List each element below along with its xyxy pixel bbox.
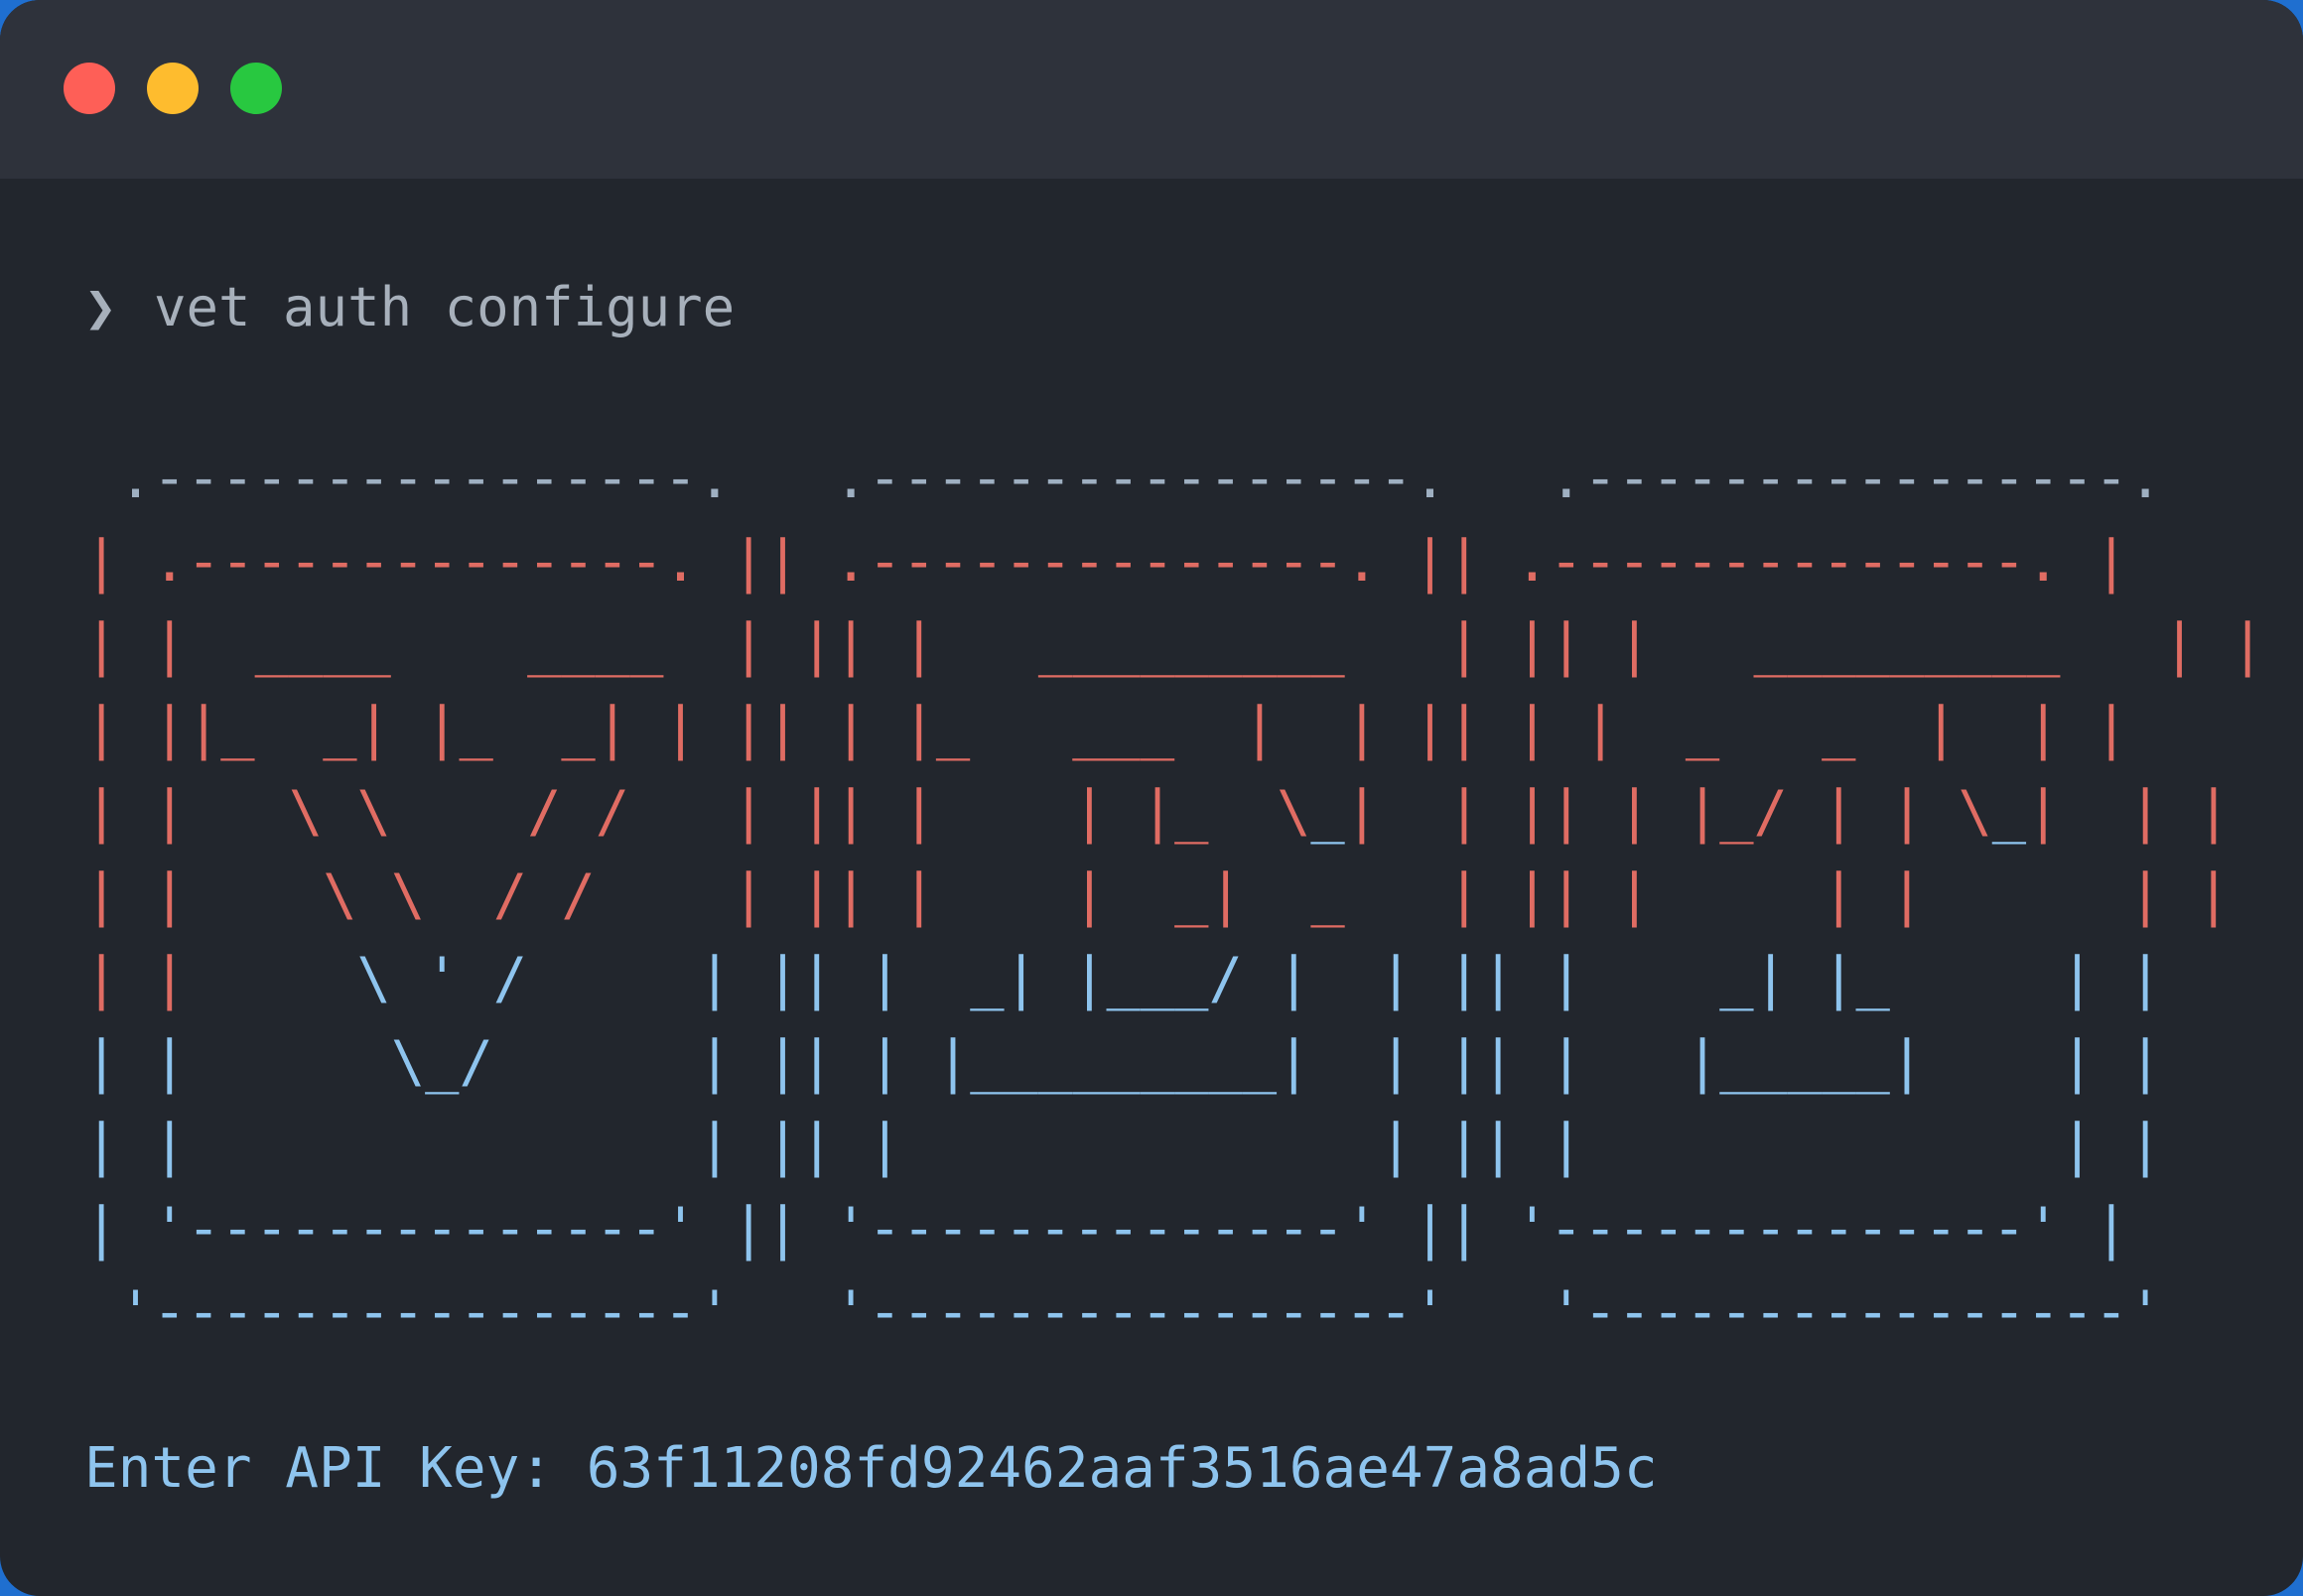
close-button[interactable] [64,63,115,114]
banner-segment: '----------------' '----------------' '-… [84,1279,2197,1345]
maximize-button[interactable] [230,63,282,114]
banner-segment: | | [84,946,187,1011]
banner-row: | | \ \ / / | || | | |_ \_| | || | |_/ |… [84,779,2231,845]
banner-segment: | | | [2026,779,2232,845]
terminal-content[interactable]: ❯ vet auth configure .----------------. .… [84,268,2264,1556]
api-key-value[interactable]: 63f11208fd92462aaf3516ae47a8ad5c [587,1436,1658,1501]
api-key-prompt[interactable]: Enter API Key: 63f11208fd92462aaf3516ae4… [84,1429,1658,1509]
vet-ascii-banner: .----------------. .----------------. .-… [84,437,2264,1354]
banner-row: '----------------' '----------------' '-… [84,1279,2197,1345]
banner-row: | '--------------' || '--------------' |… [84,1196,2128,1262]
banner-segment: _ [1991,779,2027,845]
banner-row: | | ____ ____ | || | _________ | || | __… [84,612,2264,678]
banner-row: | ||_ _| |_ _| | || | |_ ___ | | || | | … [84,696,2128,761]
command-text: vet auth configure [154,276,736,338]
banner-segment: | ||_ _| |_ _| | || | |_ ___ | | || | | … [84,696,2129,761]
banner-segment: | | || | |_/ | | \ [1344,779,1992,845]
banner-segment: \ ' / | || | _| |___/ | | || | _| |_ | | [186,946,2163,1011]
banner-segment: | | \ \ / / | || | | |_ \ [84,779,1311,845]
minimize-button[interactable] [147,63,199,114]
terminal-window: ❯ vet auth configure .----------------. .… [0,0,2303,1596]
banner-row: .----------------. .----------------. .-… [84,446,2197,511]
banner-segment: | | | || | | || | | | [84,1113,2163,1178]
banner-row: | | \_/ | || | |_________| | || | |_____… [84,1029,2162,1095]
banner-row: | | \ ' / | || | _| |___/ | | || | _| |_… [84,946,2162,1011]
command-line: ❯ vet auth configure [84,268,2263,347]
banner-row: | .--------------. || .--------------. |… [84,529,2128,595]
prompt-chevron-icon: ❯ [84,276,117,338]
banner-segment: .----------------. .----------------. .-… [84,446,2197,511]
banner-segment: | .--------------. || .--------------. |… [84,529,2129,595]
banner-row: | | | || | | || | | | [84,1113,2162,1178]
banner-segment: | | ____ ____ | || | _________ | || | __… [84,612,2265,678]
api-key-label: Enter API Key: [84,1436,554,1501]
banner-segment: | | \ \ / / | || | | _| _ | || | | | | | [84,863,2231,928]
banner-segment: _ [1310,779,1345,845]
banner-segment: | | \_/ | || | |_________| | || | |_____… [84,1029,2163,1095]
banner-segment: | '--------------' || '--------------' |… [84,1196,2129,1262]
title-bar [0,0,2303,179]
banner-row: | | \ \ / / | || | | _| _ | || | | | | | [84,863,2231,928]
